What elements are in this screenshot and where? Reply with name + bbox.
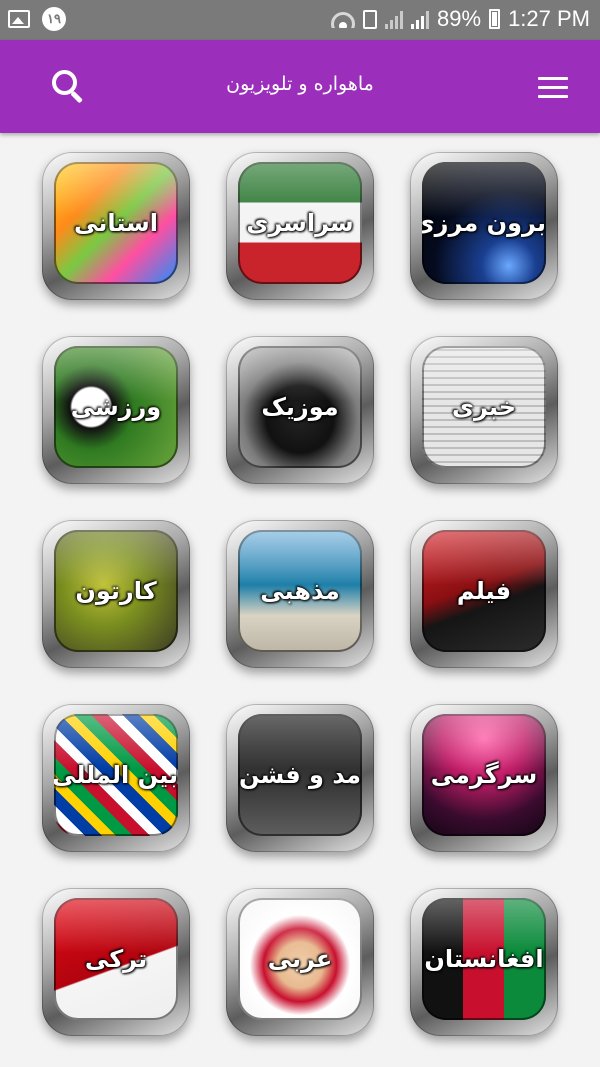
category-label: مد و فشن bbox=[238, 761, 362, 789]
category-tile-ostani[interactable]: استانی bbox=[42, 152, 190, 300]
category-label: مذهبی bbox=[260, 577, 340, 605]
app-title: ماهواره و تلویزیون bbox=[226, 73, 374, 95]
menu-button[interactable] bbox=[538, 77, 570, 99]
notification-badge: ١٩ bbox=[42, 7, 66, 31]
satellite-image: برون مرزی bbox=[422, 162, 546, 284]
sim-icon bbox=[363, 9, 378, 29]
signal-icon bbox=[385, 9, 404, 29]
category-label: خبری bbox=[451, 393, 517, 421]
signal-icon-2 bbox=[411, 9, 430, 29]
mosque-image: مذهبی bbox=[238, 530, 362, 652]
category-tile-film[interactable]: فیلم bbox=[410, 520, 558, 668]
category-tile-music[interactable]: موزیک bbox=[226, 336, 374, 484]
turkey-flag-image: ترکی bbox=[54, 898, 178, 1020]
menu-icon bbox=[538, 77, 568, 80]
runway-image: مد و فشن bbox=[238, 714, 362, 836]
category-label: موزیک bbox=[261, 393, 339, 421]
clapperboard-image: فیلم bbox=[422, 530, 546, 652]
app-bar: ماهواره و تلویزیون bbox=[0, 40, 600, 133]
category-tile-borun-marzi[interactable]: برون مرزی bbox=[410, 152, 558, 300]
category-tile-international[interactable]: بین المللی bbox=[42, 704, 190, 852]
category-label: ورزشی bbox=[70, 393, 162, 421]
world-flags-image: بین المللی bbox=[54, 714, 178, 836]
status-bar-right: 89% 1:27 PM bbox=[331, 6, 590, 32]
category-tile-fashion[interactable]: مد و فشن bbox=[226, 704, 374, 852]
category-label: عربی bbox=[267, 945, 333, 973]
category-label: بین المللی bbox=[54, 761, 178, 789]
category-label: سرگرمی bbox=[430, 761, 538, 789]
category-label: افغانستان bbox=[424, 945, 544, 973]
category-label: ترکی bbox=[84, 945, 148, 973]
map-image: استانی bbox=[54, 162, 178, 284]
category-tile-sargarmi[interactable]: سرگرمی bbox=[410, 704, 558, 852]
category-label: استانی bbox=[74, 209, 158, 237]
search-button[interactable] bbox=[52, 70, 86, 104]
category-tile-cartoon[interactable]: کارتون bbox=[42, 520, 190, 668]
cartoon-image: کارتون bbox=[54, 530, 178, 652]
soccer-ball-image: ورزشی bbox=[54, 346, 178, 468]
category-tile-afghanistan[interactable]: افغانستان bbox=[410, 888, 558, 1036]
wifi-icon bbox=[331, 10, 356, 28]
category-tile-turki[interactable]: ترکی bbox=[42, 888, 190, 1036]
category-tile-varzeshi[interactable]: ورزشی bbox=[42, 336, 190, 484]
category-tile-mazhabi[interactable]: مذهبی bbox=[226, 520, 374, 668]
concert-image: سرگرمی bbox=[422, 714, 546, 836]
arab-man-image: عربی bbox=[238, 898, 362, 1020]
battery-percent: 89% bbox=[437, 6, 482, 31]
clock: 1:27 PM bbox=[508, 6, 590, 31]
status-bar-left: ١٩ bbox=[8, 7, 66, 31]
category-tile-khabari[interactable]: خبری bbox=[410, 336, 558, 484]
headphones-image: موزیک bbox=[238, 346, 362, 468]
category-tile-arabi[interactable]: عربی bbox=[226, 888, 374, 1036]
category-label: برون مرزی bbox=[422, 209, 546, 237]
status-bar: ١٩ 89% 1:27 PM bbox=[0, 0, 600, 40]
afghanistan-flag-image: افغانستان bbox=[422, 898, 546, 1020]
category-label: سراسری bbox=[246, 209, 354, 237]
category-label: کارتون bbox=[75, 577, 157, 605]
battery-icon bbox=[489, 9, 501, 29]
iran-flag-image: سراسری bbox=[238, 162, 362, 284]
category-label: فیلم bbox=[456, 577, 512, 605]
newspaper-image: خبری bbox=[422, 346, 546, 468]
category-tile-sarasari[interactable]: سراسری bbox=[226, 152, 374, 300]
gallery-icon bbox=[8, 10, 30, 28]
